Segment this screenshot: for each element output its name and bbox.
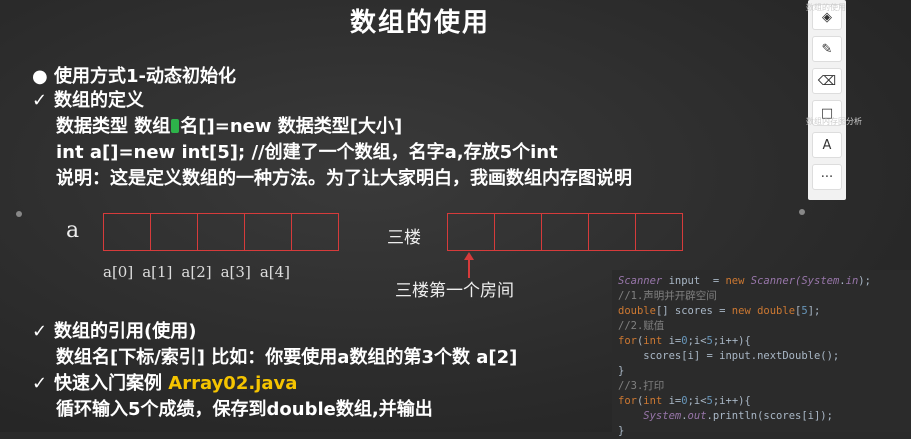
code-line: Scanner input = new Scanner(System.in);: [618, 275, 871, 287]
code-comment: //1.声明并开辟空间: [618, 290, 717, 302]
building-label: 三楼: [387, 228, 421, 248]
example-file-name: Array02.java: [168, 373, 298, 394]
index-label: a[1]: [142, 263, 173, 281]
slide: 数组的使用 ● 使用方式1-动态初始化 ✓ 数组的定义 数据类型 数组 名[]=new…: [0, 0, 911, 437]
bullet-array-definition: ✓ 数组的定义: [32, 90, 144, 111]
code-line: for(int i=0;i<5;i++){: [618, 335, 751, 347]
code-line: double[] scores = new double[5];: [618, 305, 821, 317]
pin-dot: [16, 211, 22, 217]
array-cell: [198, 214, 245, 250]
pin-dot: [799, 209, 805, 215]
check-icon: ✓: [32, 373, 48, 394]
bullet-quick-start: ✓ 快速入门案例 Array02.java: [32, 373, 298, 394]
text-icon[interactable]: A: [812, 132, 842, 158]
code-comment: //2.赋值: [618, 320, 665, 332]
code-line: for(int i=0;i<5;i++){: [618, 395, 751, 407]
array-a-cells: [103, 213, 339, 251]
array-cell: [245, 214, 292, 250]
code-line: }: [618, 365, 625, 377]
bullet-array-reference: ✓ 数组的引用(使用): [32, 321, 197, 342]
reference-syntax-line: 数组名[下标/索引] 比如：你要使用a数组的第3个数 a[2]: [56, 347, 518, 368]
room-cell: [495, 214, 542, 250]
code-comment: //3.打印: [618, 380, 665, 392]
pen-icon[interactable]: ✎: [812, 36, 842, 62]
first-room-label: 三楼第一个房间: [395, 281, 514, 301]
array-cell: [104, 214, 151, 250]
code-line: System.out.println(scores[i]);: [618, 410, 833, 422]
bullet-dot-icon: ●: [32, 66, 48, 87]
room-cell: [636, 214, 682, 250]
slide-title: 数组的使用: [349, 8, 490, 38]
index-label: a[3]: [220, 263, 251, 281]
array-cell: [292, 214, 338, 250]
task-description-line: 循环输入5个成绩，保存到double数组,并输出: [56, 399, 433, 420]
index-label: a[4]: [259, 263, 291, 281]
array-index-labels: a[0] a[1] a[2] a[3] a[4]: [103, 263, 290, 281]
more-icon[interactable]: ···: [812, 164, 842, 190]
array-cell: [151, 214, 198, 250]
toolbar-tooltip: 数组的使用: [806, 3, 846, 12]
room-cell: [542, 214, 589, 250]
explanation-line: 说明：这是定义数组的一种方法。为了让大家明白，我画数组内存图说明: [56, 168, 632, 189]
syntax-line: 数据类型 数组 名[]=new 数据类型[大小]: [56, 116, 403, 137]
eraser-icon[interactable]: ⌫: [812, 68, 842, 94]
index-label: a[0]: [103, 263, 134, 281]
check-icon: ✓: [32, 321, 48, 342]
building-rooms: [447, 213, 683, 251]
annotation-toolbar: ◈ ✎ ⌫ □ A ···: [808, 0, 846, 200]
example-line: int a[]=new int[5]; //创建了一个数组，名字a,存放5个in…: [56, 142, 558, 163]
toolbar-tooltip: 数组内存图分析: [806, 117, 862, 126]
index-label: a[2]: [181, 263, 212, 281]
check-icon: ✓: [32, 90, 48, 111]
room-cell: [448, 214, 495, 250]
arrow-shaft: [468, 258, 470, 278]
array-a-label: a: [66, 218, 80, 243]
bullet-dynamic-init: ● 使用方式1-动态初始化: [32, 66, 236, 87]
cursor-marker-icon: [171, 119, 180, 133]
code-line: scores[i] = input.nextDouble();: [618, 350, 840, 362]
code-snippet: Scanner input = new Scanner(System.in); …: [612, 270, 911, 437]
room-cell: [589, 214, 636, 250]
